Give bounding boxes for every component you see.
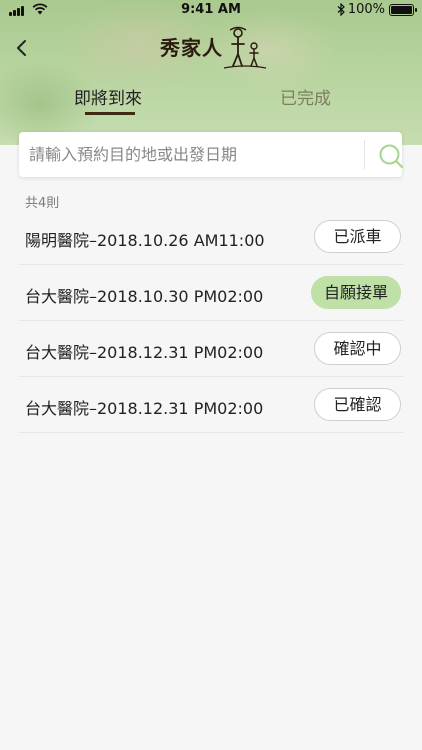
- bluetooth-icon: [337, 3, 345, 16]
- search-icon[interactable]: [377, 142, 405, 170]
- back-button[interactable]: [10, 36, 34, 60]
- active-tab-indicator: [85, 112, 135, 115]
- status-badge[interactable]: 自願接單: [310, 276, 401, 309]
- search-box: [19, 132, 405, 177]
- logo-text: 秀家人: [160, 36, 223, 60]
- status-badge[interactable]: 確認中: [314, 332, 401, 365]
- appointment-text: 陽明醫院–2018.10.26 AM11:00: [25, 231, 265, 250]
- list-item[interactable]: 台大醫院–2018.12.31 PM02:00 已確認: [19, 377, 404, 433]
- appointment-text: 台大醫院–2018.12.31 PM02:00: [25, 343, 264, 362]
- appointment-list: 陽明醫院–2018.10.26 AM11:00 已派車 台大醫院–2018.10…: [19, 209, 404, 433]
- search-divider: [364, 140, 365, 169]
- tab-upcoming[interactable]: 即將到來: [74, 84, 142, 109]
- brand-logo: 秀家人: [160, 24, 270, 72]
- status-badge[interactable]: 已派車: [314, 220, 401, 253]
- list-item[interactable]: 台大醫院–2018.10.30 PM02:00 自願接單: [19, 265, 404, 321]
- status-badge[interactable]: 已確認: [314, 388, 401, 421]
- tab-completed[interactable]: 已完成: [280, 84, 331, 109]
- logo-figures-icon: [223, 26, 267, 69]
- tab-bar: 即將到來 已完成: [0, 80, 422, 120]
- battery-percent: 100%: [347, 2, 385, 17]
- header-background: [0, 0, 422, 145]
- battery-icon: [389, 4, 417, 16]
- list-item[interactable]: 陽明醫院–2018.10.26 AM11:00 已派車: [19, 209, 404, 265]
- appointment-text: 台大醫院–2018.10.30 PM02:00: [25, 287, 264, 306]
- search-input[interactable]: [29, 132, 349, 177]
- status-bar: 9:41 AM 100%: [0, 0, 422, 20]
- appointment-text: 台大醫院–2018.12.31 PM02:00: [25, 399, 264, 418]
- list-item[interactable]: 台大醫院–2018.12.31 PM02:00 確認中: [19, 321, 404, 377]
